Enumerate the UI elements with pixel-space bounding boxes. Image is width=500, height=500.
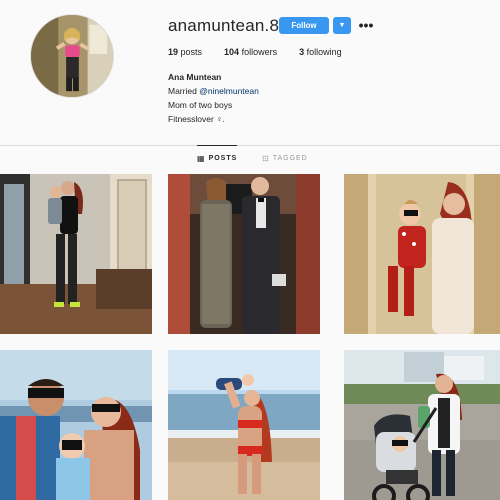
profile-tabs: ▦ POSTS ⊡ TAGGED — [0, 145, 500, 172]
following-stat[interactable]: 3 following — [299, 47, 342, 57]
suggestions-dropdown-button[interactable]: ▼ — [333, 17, 351, 34]
tag-icon: ⊡ — [262, 154, 270, 163]
bio-line-fitness: Fitnesslover ♀. — [168, 114, 225, 124]
bio-married-text: Married — [168, 86, 200, 96]
post-image-family-beach-selfie — [0, 350, 152, 500]
more-options-button[interactable]: ••• — [358, 16, 374, 34]
profile-header: anamuntean.89 Follow ▼ ••• 19 posts 104 … — [0, 0, 500, 146]
post-image-mother-child-room — [0, 174, 152, 334]
profile-stats: 19 posts 104 followers 3 following — [168, 47, 342, 57]
post-thumbnail[interactable] — [344, 174, 500, 334]
post-image-stroller-walk — [344, 350, 500, 500]
more-options-icon: ••• — [358, 17, 374, 33]
post-image-mother-baby-curtains — [344, 174, 500, 334]
followers-stat[interactable]: 104 followers — [224, 47, 277, 57]
tab-tagged[interactable]: ⊡ TAGGED — [262, 154, 308, 163]
tab-posts[interactable]: ▦ POSTS — [197, 145, 238, 163]
following-stat-label: following — [306, 47, 342, 57]
post-thumbnail[interactable] — [168, 350, 320, 500]
bio-mention-link[interactable]: @ninelmuntean — [199, 86, 259, 96]
follow-button[interactable]: Follow — [279, 17, 329, 34]
posts-count: 19 — [168, 47, 179, 57]
profile-username: anamuntean.89 — [168, 16, 289, 35]
tab-tagged-label: TAGGED — [272, 155, 308, 162]
profile-avatar[interactable] — [30, 14, 114, 98]
avatar-photo — [31, 15, 113, 97]
profile-bio: Ana Muntean Married @ninelmuntean Mom of… — [168, 70, 259, 126]
caret-down-icon: ▼ — [338, 22, 346, 29]
post-thumbnail[interactable] — [0, 350, 152, 500]
posts-stat: 19 posts — [168, 47, 202, 57]
followers-count: 104 — [224, 47, 240, 57]
profile-full-name: Ana Muntean — [168, 72, 222, 82]
post-thumbnail[interactable] — [168, 174, 320, 334]
followers-stat-label: followers — [241, 47, 278, 57]
posts-stat-label: posts — [180, 47, 203, 57]
bio-line-married: Married @ninelmuntean — [168, 84, 259, 98]
grid-icon: ▦ — [197, 154, 206, 163]
post-thumbnail[interactable] — [344, 350, 500, 500]
bio-line-mom: Mom of two boys — [168, 100, 233, 110]
post-image-couple-formal — [168, 174, 320, 334]
post-image-sea-lift-child — [168, 350, 320, 500]
tab-posts-label: POSTS — [208, 155, 238, 162]
following-count: 3 — [299, 47, 305, 57]
post-thumbnail[interactable] — [0, 174, 152, 334]
